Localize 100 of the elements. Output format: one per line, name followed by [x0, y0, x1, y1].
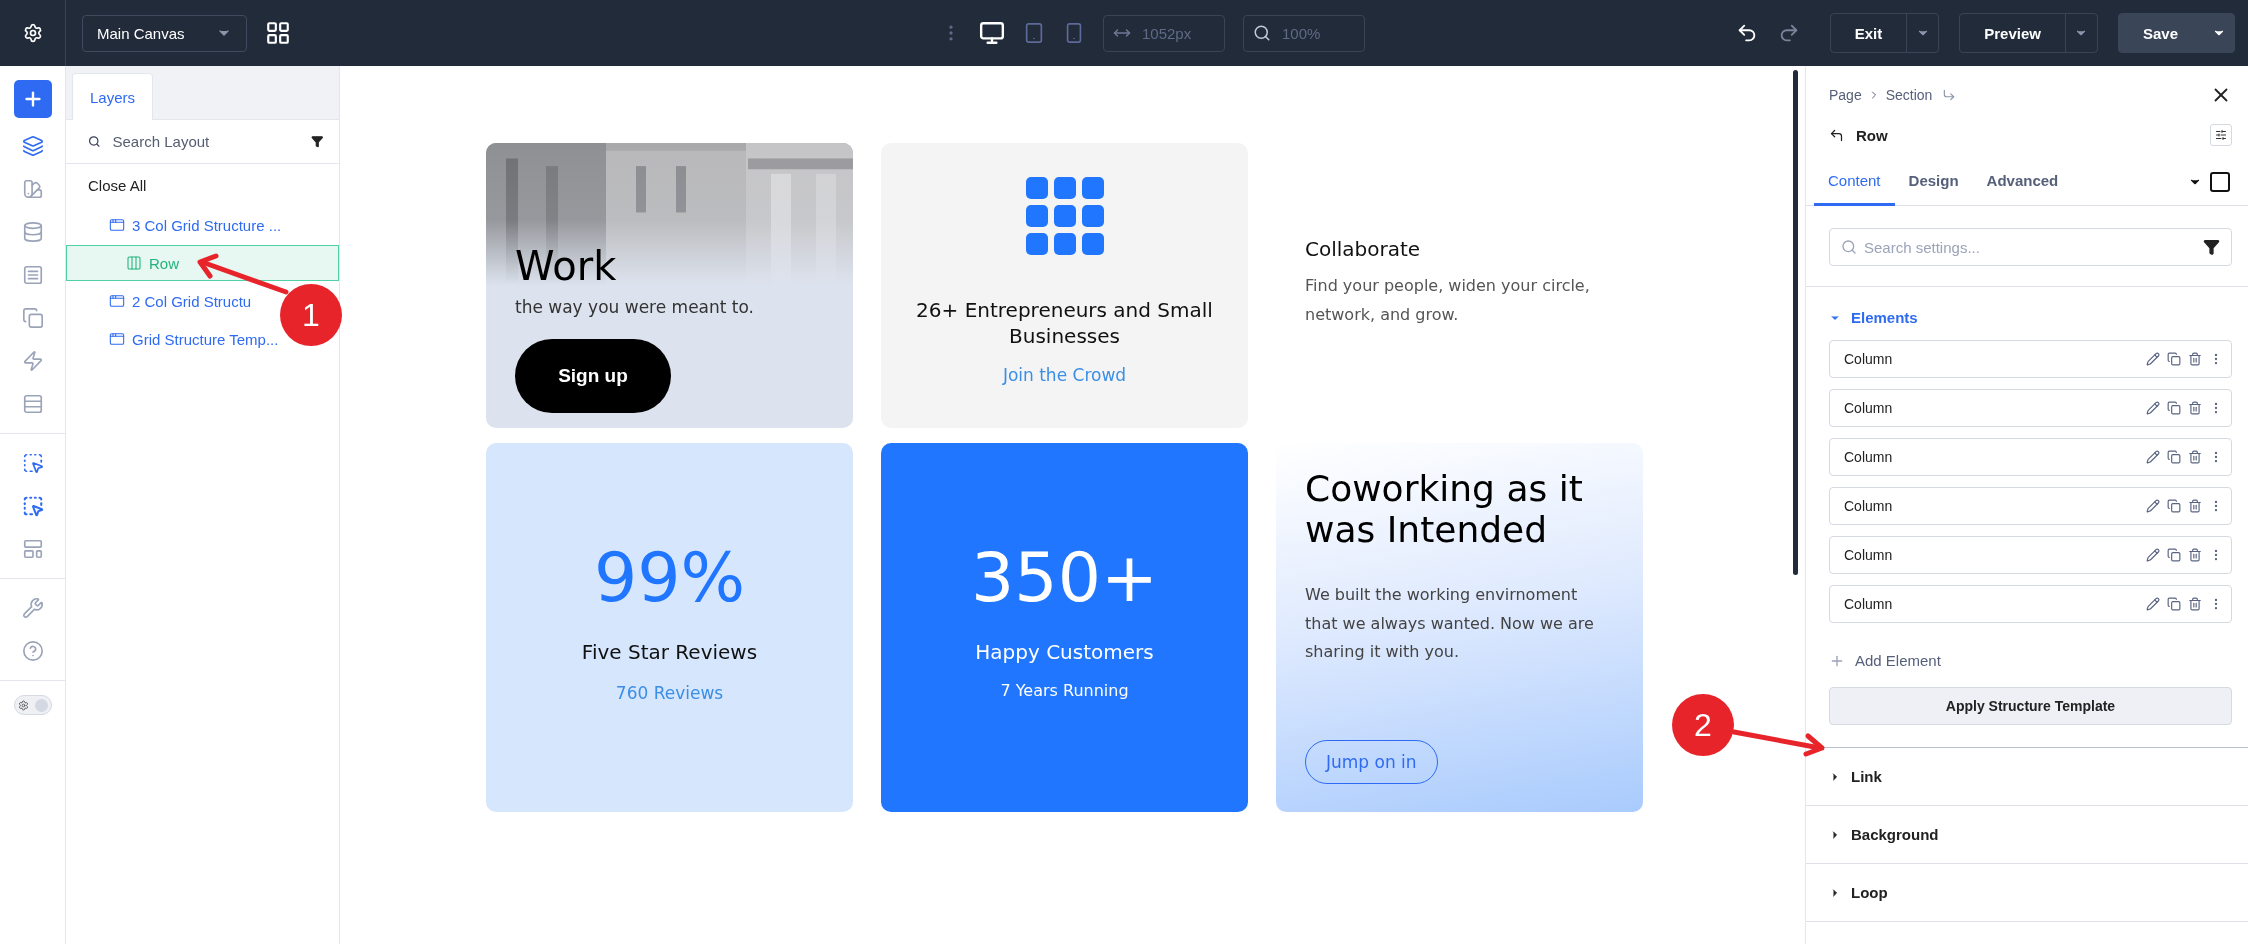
- group-label: Elements: [1851, 309, 1918, 326]
- rows-icon: [21, 393, 44, 415]
- search-icon: [1841, 239, 1857, 255]
- duplicate-icon[interactable]: [2167, 548, 2181, 562]
- edit-icon[interactable]: [2146, 450, 2160, 464]
- grid-view-icon[interactable]: [265, 20, 291, 46]
- apply-template-button[interactable]: Apply Structure Template: [1829, 687, 2232, 725]
- element-row[interactable]: Column: [1829, 389, 2232, 427]
- duplicate-icon[interactable]: [2167, 401, 2181, 415]
- pages-icon: [21, 307, 44, 329]
- filter-icon[interactable]: [310, 133, 323, 150]
- duplicate-icon[interactable]: [2167, 499, 2181, 513]
- close-all-link[interactable]: Close All: [66, 164, 339, 206]
- element-row[interactable]: Column: [1829, 438, 2232, 476]
- delete-icon[interactable]: [2188, 597, 2202, 611]
- delete-icon[interactable]: [2188, 450, 2202, 464]
- element-label: Column: [1844, 547, 1894, 563]
- scrollbar[interactable]: [1793, 70, 1798, 575]
- delete-icon[interactable]: [2188, 401, 2202, 415]
- card-title: Work: [515, 243, 617, 289]
- gear-icon: [17, 699, 29, 711]
- settings-tab[interactable]: Content: [1814, 158, 1895, 206]
- card-text: 7 Years Running: [1000, 680, 1129, 702]
- breadcrumb-link[interactable]: Page: [1829, 87, 1862, 103]
- breadcrumb-link[interactable]: Section: [1885, 87, 1933, 103]
- square-icon: [2208, 169, 2232, 194]
- element-label: Column: [1844, 449, 1894, 465]
- template-icon: [21, 538, 44, 560]
- search-icon: [88, 133, 101, 150]
- pointer-icon: [21, 452, 44, 474]
- edit-icon[interactable]: [2146, 548, 2160, 562]
- corner-arrow-icon: [1942, 88, 1957, 102]
- duplicate-icon[interactable]: [2167, 352, 2181, 366]
- lightning-icon: [21, 350, 44, 372]
- filter-icon: [2203, 238, 2220, 256]
- columns-icon: [126, 255, 142, 271]
- delete-icon[interactable]: [2188, 352, 2202, 366]
- element-row[interactable]: Column: [1829, 536, 2232, 574]
- sliders-icon: [2215, 129, 2227, 141]
- layers-tab[interactable]: Layers: [72, 73, 154, 120]
- layer-item[interactable]: 2 Col Grid Structu: [108, 283, 257, 319]
- element-row[interactable]: Column: [1829, 585, 2232, 623]
- card-title: Five Star Reviews: [581, 639, 758, 665]
- search-field[interactable]: Search settings...: [1829, 228, 2232, 266]
- theme-toggle[interactable]: [13, 695, 52, 715]
- pointer-stack-icon: [21, 495, 44, 517]
- delete-icon[interactable]: [2188, 548, 2202, 562]
- section-icon: [109, 293, 125, 309]
- layer-item[interactable]: 3 Col Grid Structure ...: [108, 207, 287, 243]
- edit-icon[interactable]: [2146, 352, 2160, 366]
- form-icon: [21, 264, 44, 286]
- annotation-badge: 1: [280, 284, 342, 346]
- canvas-select[interactable]: Main Canvas: [82, 14, 247, 52]
- annotation-badge: 2: [1672, 694, 1734, 756]
- stat-figure: 99%: [593, 538, 746, 617]
- card-title: Collaborate: [1305, 236, 1421, 262]
- width-field[interactable]: 1052px: [1103, 14, 1225, 52]
- add-element-button[interactable]: Add Element: [1829, 634, 1941, 687]
- element-row[interactable]: Column: [1829, 487, 2232, 525]
- grid-icon: [1025, 177, 1104, 255]
- options-button[interactable]: [2210, 124, 2232, 146]
- element-label: Column: [1844, 400, 1894, 416]
- element-row[interactable]: Column: [1829, 340, 2232, 378]
- edit-icon[interactable]: [2146, 597, 2160, 611]
- section-icon: [109, 331, 125, 347]
- card-text: Find your people, widen your circle, network, and grow.: [1305, 275, 1591, 326]
- section-icon: [109, 217, 125, 233]
- card-text: We built the working envirnoment that we always wanted. Now we are sharing it with you.: [1305, 583, 1595, 664]
- card-title: Happy Customers: [975, 639, 1154, 665]
- section-header[interactable]: Loop: [1806, 864, 2248, 922]
- edit-icon[interactable]: [2146, 499, 2160, 513]
- settings-tab[interactable]: Design: [1894, 158, 1973, 206]
- section-header[interactable]: Background: [1806, 806, 2248, 864]
- card-title: Coworking as it was Intended: [1305, 468, 1584, 551]
- duplicate-icon[interactable]: [2167, 450, 2181, 464]
- edit-icon[interactable]: [2146, 401, 2160, 415]
- tablet-icon[interactable]: [1023, 22, 1045, 44]
- settings-icon[interactable]: [22, 23, 43, 43]
- card-text: the way you were meant to.: [515, 297, 755, 317]
- layers-icon: [21, 135, 44, 157]
- signup-button[interactable]: Sign up: [515, 339, 671, 413]
- help-icon: [21, 640, 44, 662]
- section-header[interactable]: Link: [1806, 748, 2248, 806]
- rail-button[interactable]: [13, 80, 52, 118]
- card-title: 26+ Entrepreneurs and Small Businesses: [915, 297, 1214, 349]
- delete-icon[interactable]: [2188, 499, 2202, 513]
- group-header[interactable]: Elements: [1829, 287, 1918, 340]
- stat-figure: 350+: [971, 538, 1158, 617]
- settings-tab[interactable]: Advanced: [1972, 158, 2073, 206]
- database-icon: [21, 221, 44, 243]
- swatch-icon: [21, 178, 44, 200]
- element-label: Column: [1844, 351, 1894, 367]
- zoom-icon: [1253, 24, 1271, 42]
- desktop-icon[interactable]: [979, 20, 1005, 46]
- back-icon[interactable]: [1829, 127, 1844, 143]
- duplicate-icon[interactable]: [2167, 597, 2181, 611]
- element-label: Column: [1844, 498, 1894, 514]
- panel-title: Row: [1856, 126, 1888, 144]
- tools-icon: [21, 597, 44, 619]
- zoom-field[interactable]: 100%: [1243, 14, 1365, 52]
